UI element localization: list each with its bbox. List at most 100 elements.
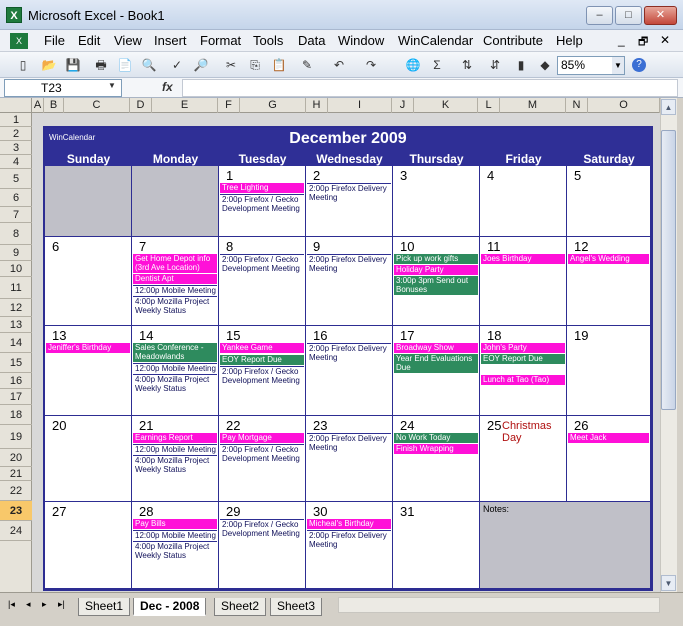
day-cell-11[interactable]: 11 Joes Birthday bbox=[480, 237, 567, 326]
calendar-event[interactable]: Earnings Report bbox=[133, 433, 217, 443]
print-icon[interactable]: 🖶 bbox=[92, 56, 110, 74]
day-cell-10[interactable]: 10 Pick up work gifts Holiday Party 3:00p 3… bbox=[393, 237, 480, 326]
calendar-event[interactable]: 2:00p Firefox / Gecko Development Meetin… bbox=[220, 519, 304, 538]
day-cell-5[interactable]: 5 bbox=[567, 166, 651, 237]
row-header-13[interactable]: 13 bbox=[0, 317, 32, 333]
day-cell-20[interactable]: 20 bbox=[45, 416, 132, 502]
tab-dec-2008[interactable]: Dec - 2008 bbox=[133, 598, 207, 616]
calendar-event[interactable]: 2:00p Firefox / Gecko Development Meetin… bbox=[220, 254, 304, 273]
day-cell-17[interactable]: 17 Broadway Show Year End Evaluations Due bbox=[393, 326, 480, 416]
day-cell-24[interactable]: 24 No Work Today Finish Wrapping bbox=[393, 416, 480, 502]
column-header-j[interactable]: J bbox=[392, 98, 414, 113]
calendar-event[interactable]: Year End Evaluations Due bbox=[394, 354, 478, 373]
day-cell-1[interactable]: 1 Tree Lighting 2:00p Firefox / Gecko Deve… bbox=[219, 166, 306, 237]
last-sheet-icon[interactable]: ▸| bbox=[58, 599, 65, 610]
calendar-event[interactable]: Broadway Show bbox=[394, 343, 478, 353]
workbook-minimize-button[interactable]: _ bbox=[618, 33, 625, 47]
calendar-event[interactable]: 12:00p Mobile Meeting bbox=[133, 363, 217, 373]
column-header-h[interactable]: H bbox=[306, 98, 328, 113]
workbook-restore-button[interactable]: 🗗 bbox=[638, 33, 648, 52]
tab-sheet3[interactable]: Sheet3 bbox=[270, 598, 323, 616]
day-cell-15[interactable]: 15 Yankee Game EOY Report Due 2:00p Firefox… bbox=[219, 326, 306, 416]
calendar-event[interactable]: EOY Report Due bbox=[481, 354, 565, 364]
day-cell-16[interactable]: 16 2:00p Firefox Delivery Meeting bbox=[306, 326, 393, 416]
toolbar-icon[interactable]: ◆ bbox=[536, 56, 554, 74]
row-header-12[interactable]: 12 bbox=[0, 299, 32, 317]
scroll-down-icon[interactable]: ▼ bbox=[661, 575, 676, 591]
column-header-a[interactable]: A bbox=[32, 98, 44, 113]
column-header-o[interactable]: O bbox=[588, 98, 660, 113]
scroll-thumb[interactable] bbox=[661, 130, 676, 410]
open-icon[interactable]: 📂 bbox=[40, 56, 58, 74]
notes-cell[interactable]: Notes: bbox=[480, 502, 651, 589]
row-header-24[interactable]: 24 bbox=[0, 521, 32, 541]
calendar-event[interactable]: Pay Mortgage bbox=[220, 433, 304, 443]
calendar-event[interactable]: Get Home Depot info (3rd Ave Location) bbox=[133, 254, 217, 273]
day-cell-28[interactable]: 28 Pay Bills 12:00p Mobile Meeting 4:00p Mo… bbox=[132, 502, 219, 589]
close-button[interactable]: ✕ bbox=[644, 6, 677, 25]
column-header-g[interactable]: G bbox=[240, 98, 306, 113]
new-icon[interactable]: ▯ bbox=[14, 56, 32, 74]
row-header-1[interactable]: 1 bbox=[0, 113, 32, 127]
calendar-event[interactable]: Jeniffer's Birthday bbox=[46, 343, 130, 353]
day-cell-12[interactable]: 12 Angel's Wedding bbox=[567, 237, 651, 326]
column-header-i[interactable]: I bbox=[328, 98, 392, 113]
sort-desc-icon[interactable]: Σ bbox=[428, 56, 446, 74]
calendar-event[interactable]: 2:00p Firefox / Gecko Development Meetin… bbox=[220, 444, 304, 463]
calendar-event[interactable]: 2:00p Firefox Delivery Meeting bbox=[307, 254, 391, 273]
toolbar-icon[interactable]: ? bbox=[632, 58, 646, 72]
horizontal-scrollbar[interactable] bbox=[338, 597, 660, 613]
day-cell-18[interactable]: 18 John's Party EOY Report Due Lunch at Tao… bbox=[480, 326, 567, 416]
day-cell-4[interactable]: 4 bbox=[480, 166, 567, 237]
sort-asc-icon[interactable]: 🌐 bbox=[404, 56, 422, 74]
row-header-7[interactable]: 7 bbox=[0, 207, 32, 223]
day-cell-31[interactable]: 31 bbox=[393, 502, 480, 589]
undo-icon[interactable]: 📋 bbox=[270, 56, 288, 74]
column-header-k[interactable]: K bbox=[414, 98, 478, 113]
row-header-15[interactable]: 15 bbox=[0, 353, 32, 373]
first-sheet-icon[interactable]: |◂ bbox=[8, 599, 15, 610]
day-cell-22[interactable]: 22 Pay Mortgage 2:00p Firefox / Gecko Deve… bbox=[219, 416, 306, 502]
row-header-18[interactable]: 18 bbox=[0, 405, 32, 425]
menu-window[interactable]: Window bbox=[338, 33, 384, 48]
drawing-icon[interactable]: ⇵ bbox=[486, 56, 504, 74]
day-cell-25[interactable]: 25 Christmas Day bbox=[480, 416, 567, 502]
next-sheet-icon[interactable]: ▸ bbox=[42, 599, 47, 610]
paste-icon[interactable]: ✂ bbox=[222, 56, 240, 74]
day-cell-30[interactable]: 30 Micheal's Birthday 2:00p Firefox Delive… bbox=[306, 502, 393, 589]
row-header-4[interactable]: 4 bbox=[0, 155, 32, 169]
calendar-event[interactable]: Lunch at Tao (Tao) bbox=[481, 375, 565, 385]
calendar-event[interactable]: Dentist Apt bbox=[133, 274, 217, 284]
row-header-14[interactable]: 14 bbox=[0, 333, 32, 353]
day-cell-27[interactable]: 27 bbox=[45, 502, 132, 589]
menu-format[interactable]: Format bbox=[200, 33, 241, 48]
menu-help[interactable]: Help bbox=[556, 33, 583, 48]
row-header-23[interactable]: 23 bbox=[0, 501, 32, 521]
calendar-event[interactable]: 2:00p Firefox Delivery Meeting bbox=[307, 433, 391, 452]
cut-icon[interactable]: ✓ bbox=[168, 56, 186, 74]
help-icon[interactable]: ▮ bbox=[512, 56, 530, 74]
calendar-event[interactable]: Holiday Party bbox=[394, 265, 478, 275]
print-preview-icon[interactable]: 📄 bbox=[116, 56, 134, 74]
menu-edit[interactable]: Edit bbox=[78, 33, 100, 48]
calendar-event[interactable]: Micheal's Birthday bbox=[307, 519, 391, 529]
column-header-m[interactable]: M bbox=[500, 98, 566, 113]
day-cell-26[interactable]: 26 Meet Jack bbox=[567, 416, 651, 502]
calendar-event[interactable]: Sales Conference - Meadowlands bbox=[133, 343, 217, 362]
column-header-c[interactable]: C bbox=[64, 98, 130, 113]
day-cell-19[interactable]: 19 bbox=[567, 326, 651, 416]
chevron-down-icon[interactable]: ▼ bbox=[108, 81, 116, 90]
calendar-event[interactable]: EOY Report Due bbox=[220, 355, 304, 365]
excel-app-icon[interactable]: X bbox=[6, 7, 22, 23]
maximize-button[interactable]: □ bbox=[615, 6, 642, 25]
menu-data[interactable]: Data bbox=[298, 33, 325, 48]
column-header-d[interactable]: D bbox=[130, 98, 152, 113]
menu-view[interactable]: View bbox=[114, 33, 142, 48]
column-header-l[interactable]: L bbox=[478, 98, 500, 113]
row-header-21[interactable]: 21 bbox=[0, 467, 32, 481]
calendar-event[interactable]: 4:00p Mozilla Project Weekly Status bbox=[133, 374, 217, 393]
row-header-22[interactable]: 22 bbox=[0, 481, 32, 501]
day-cell-14[interactable]: 14 Sales Conference - Meadowlands 12:00p M… bbox=[132, 326, 219, 416]
row-header-9[interactable]: 9 bbox=[0, 245, 32, 261]
redo-icon[interactable]: ✎ bbox=[298, 56, 316, 74]
